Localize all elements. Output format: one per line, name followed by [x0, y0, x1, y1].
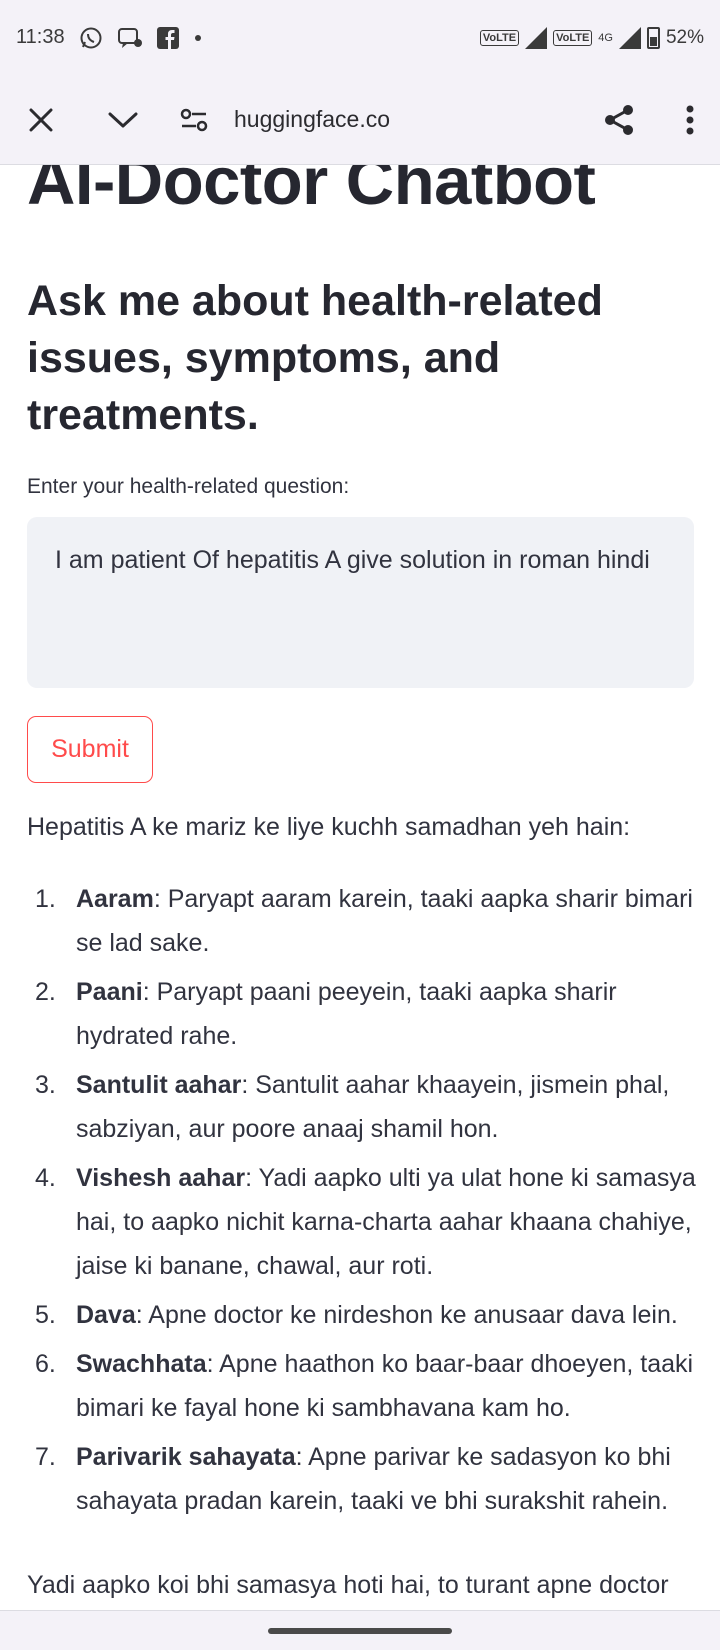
status-time: 11:38: [16, 26, 65, 48]
close-button[interactable]: [0, 75, 82, 165]
list-item-number: 7.: [35, 1443, 56, 1471]
network-type: 4G: [598, 31, 613, 44]
page-content: AI-Doctor Chatbot Ask me about health-re…: [0, 165, 720, 1610]
battery-icon: [646, 26, 660, 49]
list-item-text: : Paryapt aaram karein, taaki aapka shar…: [76, 885, 693, 957]
answer-outro: Yadi aapko koi bhi samasya hoti hai, to …: [27, 1571, 669, 1599]
list-item-term: Dava: [76, 1301, 136, 1329]
list-item-number: 5.: [35, 1301, 56, 1329]
site-settings-button[interactable]: [164, 75, 224, 165]
message-icon: [117, 26, 143, 50]
list-item-term: Parivarik sahayata: [76, 1443, 296, 1471]
more-button[interactable]: [660, 75, 720, 165]
list-item-body: Parivarik sahayata: Apne parivar ke sada…: [76, 1435, 697, 1523]
share-button[interactable]: [578, 75, 660, 165]
list-item: 7. Parivarik sahayata: Apne parivar ke s…: [27, 1435, 697, 1523]
status-right: VoLTE VoLTE 4G 52%: [479, 26, 704, 49]
list-item-number: 3.: [35, 1071, 56, 1099]
facebook-icon: [156, 26, 179, 49]
more-icon: [686, 105, 694, 134]
list-item-term: Paani: [76, 978, 143, 1006]
list-item-body: Dava: Apne doctor ke nirdeshon ke anusaa…: [76, 1293, 697, 1337]
home-indicator[interactable]: [268, 1627, 452, 1634]
submit-button[interactable]: Submit: [27, 716, 153, 783]
notification-icons: [79, 26, 203, 50]
list-item: 6. Swachhata: Apne haathon ko baar-baar …: [27, 1342, 697, 1430]
list-item-body: Aaram: Paryapt aaram karein, taaki aapka…: [76, 877, 697, 965]
list-item-number: 6.: [35, 1350, 56, 1378]
answer-intro: Hepatitis A ke mariz ke liye kuchh samad…: [27, 813, 631, 841]
list-item-body: Santulit aahar: Santulit aahar khaayein,…: [76, 1063, 697, 1151]
list-item: 1. Aaram: Paryapt aaram karein, taaki aa…: [27, 877, 697, 965]
list-item-number: 1.: [35, 885, 56, 913]
list-item-term: Aaram: [76, 885, 154, 913]
list-item-number: 4.: [35, 1164, 56, 1192]
list-item: 5. Dava: Apne doctor ke nirdeshon ke anu…: [27, 1293, 697, 1337]
share-icon: [605, 104, 633, 135]
question-input[interactable]: I am patient Of hepatitis A give solutio…: [27, 517, 694, 688]
list-item-term: Swachhata: [76, 1350, 207, 1378]
list-item: 3. Santulit aahar: Santulit aahar khaaye…: [27, 1063, 697, 1151]
list-item: 4. Vishesh aahar: Yadi aapko ulti ya ula…: [27, 1156, 697, 1288]
browser-toolbar: huggingface.co: [0, 75, 720, 165]
gesture-bar: [0, 1610, 720, 1650]
close-icon: [29, 108, 53, 131]
list-item-body: Swachhata: Apne haathon ko baar-baar dho…: [76, 1342, 697, 1430]
list-item-text: : Paryapt paani peeyein, taaki aapka sha…: [76, 978, 617, 1050]
list-item-body: Paani: Paryapt paani peeyein, taaki aapk…: [76, 970, 697, 1058]
signal-icon: [618, 26, 641, 49]
answer-list: 1. Aaram: Paryapt aaram karein, taaki aa…: [27, 877, 697, 1528]
list-item-number: 2.: [35, 978, 56, 1006]
page-subtitle: Ask me about health-related issues, symp…: [27, 277, 603, 439]
list-item: 2. Paani: Paryapt paani peeyein, taaki a…: [27, 970, 697, 1058]
list-item-body: Vishesh aahar: Yadi aapko ulti ya ulat h…: [76, 1156, 697, 1288]
list-item-text: : Apne doctor ke nirdeshon ke anusaar da…: [135, 1301, 678, 1329]
whatsapp-icon: [79, 26, 103, 50]
url-bar[interactable]: huggingface.co: [234, 106, 390, 133]
page-title: AI-Doctor Chatbot: [27, 165, 596, 219]
list-item-term: Santulit aahar: [76, 1071, 242, 1099]
list-item-term: Vishesh aahar: [76, 1164, 246, 1192]
volte-icon: VoLTE: [553, 29, 593, 46]
chevron-down-icon: [108, 112, 138, 127]
status-bar: 11:38 VoLTE VoLTE 4G 52%: [0, 0, 720, 75]
site-settings-icon: [180, 108, 208, 131]
volte-icon: VoLTE: [479, 29, 520, 46]
dot-icon: [193, 33, 203, 43]
signal-icon: [525, 26, 548, 49]
minimize-button[interactable]: [82, 75, 164, 165]
question-label: Enter your health-related question:: [27, 475, 350, 498]
battery-percent: 52%: [665, 26, 704, 48]
